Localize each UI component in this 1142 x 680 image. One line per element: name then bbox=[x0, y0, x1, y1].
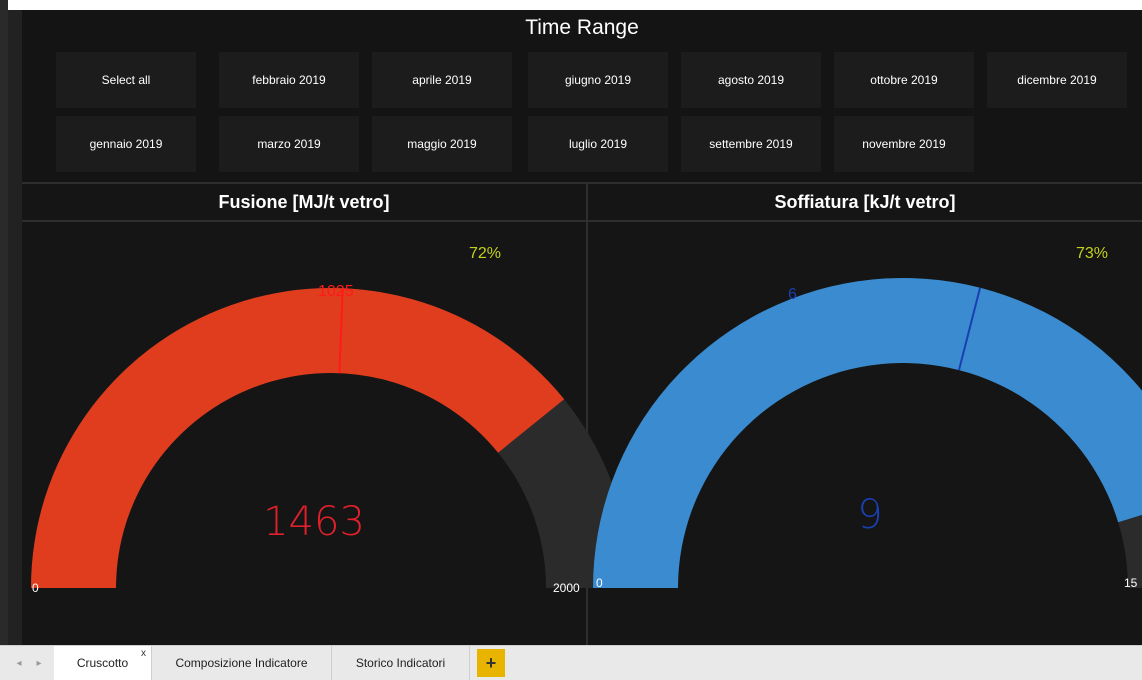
soffiatura-target-label: 6 bbox=[788, 286, 797, 303]
soffiatura-gauge-fill bbox=[593, 278, 1142, 588]
soffiatura-min-label: 0 bbox=[596, 576, 603, 590]
dashboard-canvas: Time Range Select all febbraio 2019 apri… bbox=[8, 0, 1142, 645]
tab-scroll-right-icon[interactable]: ▸ bbox=[30, 646, 48, 680]
tab-scroll-left-icon[interactable]: ◂ bbox=[10, 646, 28, 680]
tab-composizione-indicatore[interactable]: Composizione Indicatore bbox=[152, 646, 332, 680]
tab-storico-indicatori[interactable]: Storico Indicatori bbox=[332, 646, 470, 680]
add-page-button[interactable]: + bbox=[477, 649, 505, 677]
page-tab-bar: ◂ ▸ Cruscotto x Composizione Indicatore … bbox=[0, 645, 1142, 680]
tab-label: Storico Indicatori bbox=[355, 656, 446, 670]
tab-label: Composizione Indicatore bbox=[175, 656, 308, 670]
soffiatura-value: 9 bbox=[857, 492, 882, 538]
soffiatura-gauge-svg: 6 9 bbox=[593, 278, 1142, 588]
tab-cruscotto[interactable]: Cruscotto x bbox=[54, 646, 152, 680]
close-icon[interactable]: x bbox=[141, 648, 146, 659]
window-left-edge bbox=[0, 0, 8, 645]
soffiatura-max-label: 15 bbox=[1124, 576, 1138, 590]
tab-label: Cruscotto bbox=[76, 656, 129, 670]
